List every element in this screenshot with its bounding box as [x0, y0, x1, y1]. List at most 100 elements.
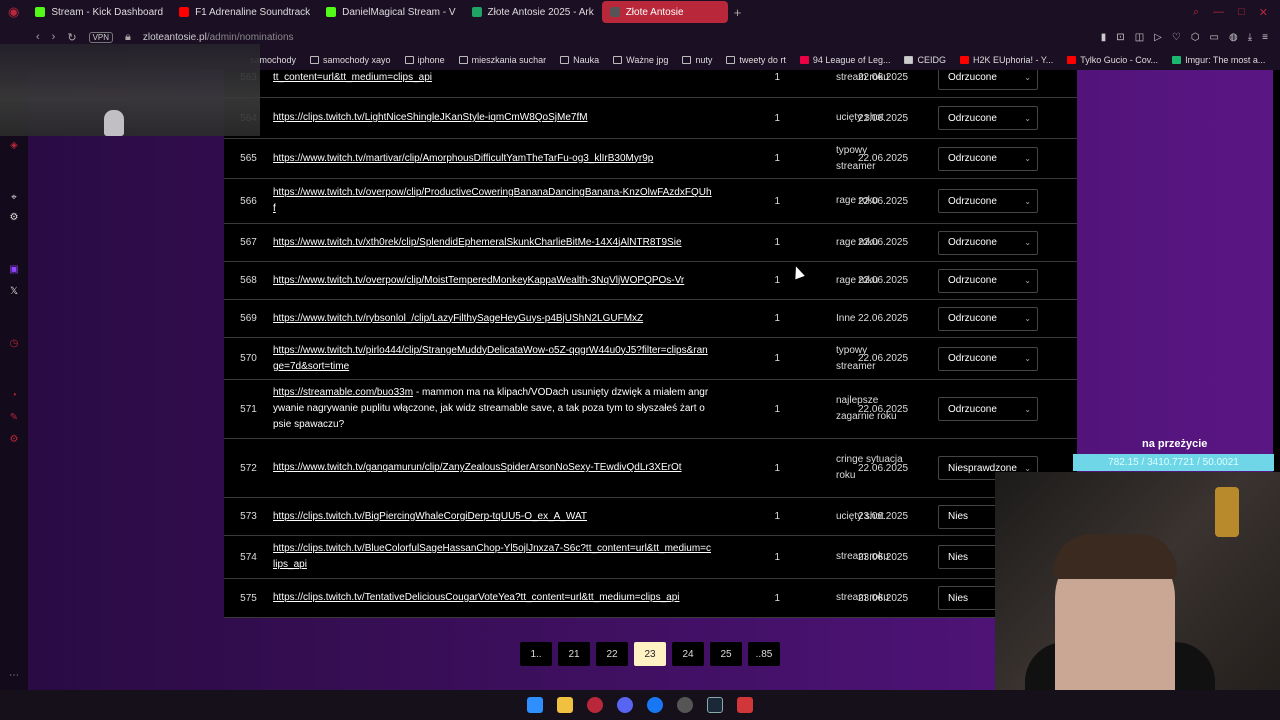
page-button-current[interactable]: 23	[634, 642, 666, 666]
bookmark-label: CEIDG	[917, 55, 946, 65]
heart-icon[interactable]: ♡	[1172, 32, 1181, 43]
clip-link[interactable]: https://clips.twitch.tv/BigPiercingWhale…	[273, 509, 713, 525]
status-select[interactable]: Odrzucone ⌄	[938, 230, 1038, 255]
tab-danielmagical[interactable]: DanielMagical Stream - V	[318, 1, 463, 23]
status-select[interactable]: Odrzucone ⌄	[938, 268, 1038, 293]
folder-icon[interactable]: ▭	[1210, 32, 1219, 43]
bookmark-label: Imgur: The most a...	[1185, 55, 1266, 65]
browser-logo-icon[interactable]: ◉	[0, 1, 27, 23]
clip-link[interactable]: https://clips.twitch.tv/LightNiceShingle…	[273, 110, 713, 126]
tab-zlote-antosie[interactable]: Złote Antosie	[601, 1, 728, 23]
bookmark-label: Nauka	[573, 55, 600, 65]
reload-icon[interactable]: ↻	[67, 31, 76, 44]
row-count: 1	[774, 195, 780, 207]
messenger-icon[interactable]: ◈	[8, 140, 20, 152]
bookmark-item[interactable]: Tylko Gucio - Cov...	[1067, 55, 1158, 65]
row-date: 22.06.2025	[858, 353, 909, 364]
search-icon[interactable]: ⌕	[1193, 6, 1199, 19]
back-icon[interactable]: ‹	[36, 31, 40, 43]
clip-link[interactable]: https://www.twitch.tv/rybsonlol_/clip/La…	[273, 311, 713, 327]
notes-icon[interactable]: ✎	[8, 412, 20, 424]
maximize-icon[interactable]: □	[1238, 6, 1245, 19]
screenshot-icon[interactable]: ⊡	[1116, 32, 1124, 43]
camera-icon[interactable]: ◫	[1135, 32, 1144, 43]
page-button[interactable]: 1..	[520, 642, 552, 666]
profile-icon[interactable]: ◍	[1229, 32, 1238, 43]
bookmark-item[interactable]: tweety do rt	[726, 55, 786, 65]
riot-icon[interactable]	[737, 697, 753, 713]
cursor-app-icon[interactable]: ⌖	[8, 192, 20, 204]
status-select[interactable]: Odrzucone ⌄	[938, 146, 1038, 171]
bookmark-item[interactable]: nuty	[682, 55, 712, 65]
clip-link[interactable]: https://www.twitch.tv/martivar/clip/Amor…	[273, 151, 713, 167]
status-select[interactable]: Odrzucone ⌄	[938, 70, 1038, 90]
status-select[interactable]: Odrzucone ⌄	[938, 106, 1038, 130]
bookmark-item[interactable]: mieszkania suchar	[458, 55, 546, 65]
messenger-icon[interactable]	[647, 697, 663, 713]
row-id: 567	[240, 237, 257, 248]
twitch-icon[interactable]: ▣	[8, 264, 20, 276]
clip-link[interactable]: https://clips.twitch.tv/TentativeDelicio…	[273, 590, 713, 606]
bookmark-item[interactable]: iphone	[404, 55, 445, 65]
tab-f1-soundtrack[interactable]: F1 Adrenaline Soundtrack	[171, 1, 318, 23]
row-id: 568	[240, 275, 257, 286]
clip-link[interactable]: https://www.twitch.tv/overpow/clip/Moist…	[273, 273, 713, 289]
status-select[interactable]: Odrzucone ⌄	[938, 306, 1038, 331]
clip-link[interactable]: https://www.twitch.tv/xth0rek/clip/Splen…	[273, 235, 713, 251]
clip-link[interactable]: https://streamable.com/buo33m	[273, 387, 413, 398]
opera-icon[interactable]	[587, 697, 603, 713]
overlay-progress-bar: 782.15 / 3410.7721 / 50.0021	[1073, 454, 1274, 471]
page-button[interactable]: 21	[558, 642, 590, 666]
clock-icon[interactable]: ◔	[8, 390, 20, 402]
character-figure	[104, 110, 124, 136]
window-controls: ⌕ — □ ✕	[1193, 6, 1280, 19]
extensions-icon[interactable]: ⬡	[1191, 32, 1200, 43]
menu-icon[interactable]: ≡	[1262, 32, 1268, 43]
page-button[interactable]: 25	[710, 642, 742, 666]
tab-zlote-antosie-sheet[interactable]: Złote Antosie 2025 - Ark	[464, 1, 602, 23]
bookmark-item[interactable]: Imgur: The most a...	[1172, 55, 1265, 65]
browser-tab-bar: ◉ Stream - Kick Dashboard F1 Adrenaline …	[0, 0, 1280, 24]
gear-icon[interactable]: ⚙	[8, 434, 20, 446]
page-button[interactable]: 24	[672, 642, 704, 666]
clip-link[interactable]: https://www.twitch.tv/gangamurun/clip/Za…	[273, 460, 713, 476]
forward-icon[interactable]: ›	[52, 31, 56, 43]
history-icon[interactable]: ◷	[8, 338, 20, 350]
status-select[interactable]: Odrzucone ⌄	[938, 189, 1038, 213]
bookmark-item[interactable]: 94 League of Leg...	[799, 55, 890, 65]
bookmark-item[interactable]: H2K EUphoria! - Y...	[959, 55, 1054, 65]
new-tab-button[interactable]: +	[728, 5, 748, 20]
url-field[interactable]: zloteantosie.pl/admin/nominations	[143, 32, 294, 43]
minimize-icon[interactable]: —	[1213, 6, 1224, 19]
page-button[interactable]: ..85	[748, 642, 780, 666]
clip-link[interactable]: https://www.twitch.tv/pirlo444/clip/Stra…	[273, 343, 713, 375]
table-row: 569 https://www.twitch.tv/rybsonlol_/cli…	[224, 300, 1077, 338]
bookmark-icon[interactable]: ▮	[1101, 32, 1107, 43]
status-select[interactable]: Odrzucone ⌄	[938, 397, 1038, 421]
vpn-badge[interactable]: VPN	[88, 31, 114, 43]
clip-link[interactable]: https://www.twitch.tv/overpow/clip/Produ…	[273, 185, 713, 217]
discord-icon[interactable]	[617, 697, 633, 713]
file-explorer-icon[interactable]	[557, 697, 573, 713]
clip-link[interactable]: tt_content=url&tt_medium=clips_api	[273, 70, 713, 86]
bookmark-label: H2K EUphoria! - Y...	[972, 55, 1054, 65]
youtube-icon	[1067, 56, 1077, 64]
bookmark-item[interactable]: Nauka	[560, 55, 599, 65]
play-icon[interactable]: ▷	[1154, 32, 1162, 43]
more-icon[interactable]: ⋯	[8, 670, 20, 682]
page-button[interactable]: 22	[596, 642, 628, 666]
status-select[interactable]: Odrzucone ⌄	[938, 346, 1038, 371]
close-icon[interactable]: ✕	[1259, 6, 1268, 19]
tab-kick-dashboard[interactable]: Stream - Kick Dashboard	[27, 1, 171, 23]
obs-icon[interactable]	[677, 697, 693, 713]
steam-icon[interactable]	[707, 697, 723, 713]
bookmark-item[interactable]: samochody xayo	[310, 55, 391, 65]
settings-icon[interactable]: ⚙	[8, 212, 20, 224]
download-icon[interactable]: ⤓	[1248, 32, 1252, 43]
clip-link[interactable]: https://clips.twitch.tv/BlueColorfulSage…	[273, 541, 713, 573]
x-icon[interactable]: 𝕏	[8, 286, 20, 298]
bookmark-item[interactable]: CEIDG	[904, 55, 946, 65]
windows-start-icon[interactable]	[527, 697, 543, 713]
status-value: Odrzucone	[948, 275, 997, 286]
bookmark-item[interactable]: Ważne jpg	[613, 55, 668, 65]
